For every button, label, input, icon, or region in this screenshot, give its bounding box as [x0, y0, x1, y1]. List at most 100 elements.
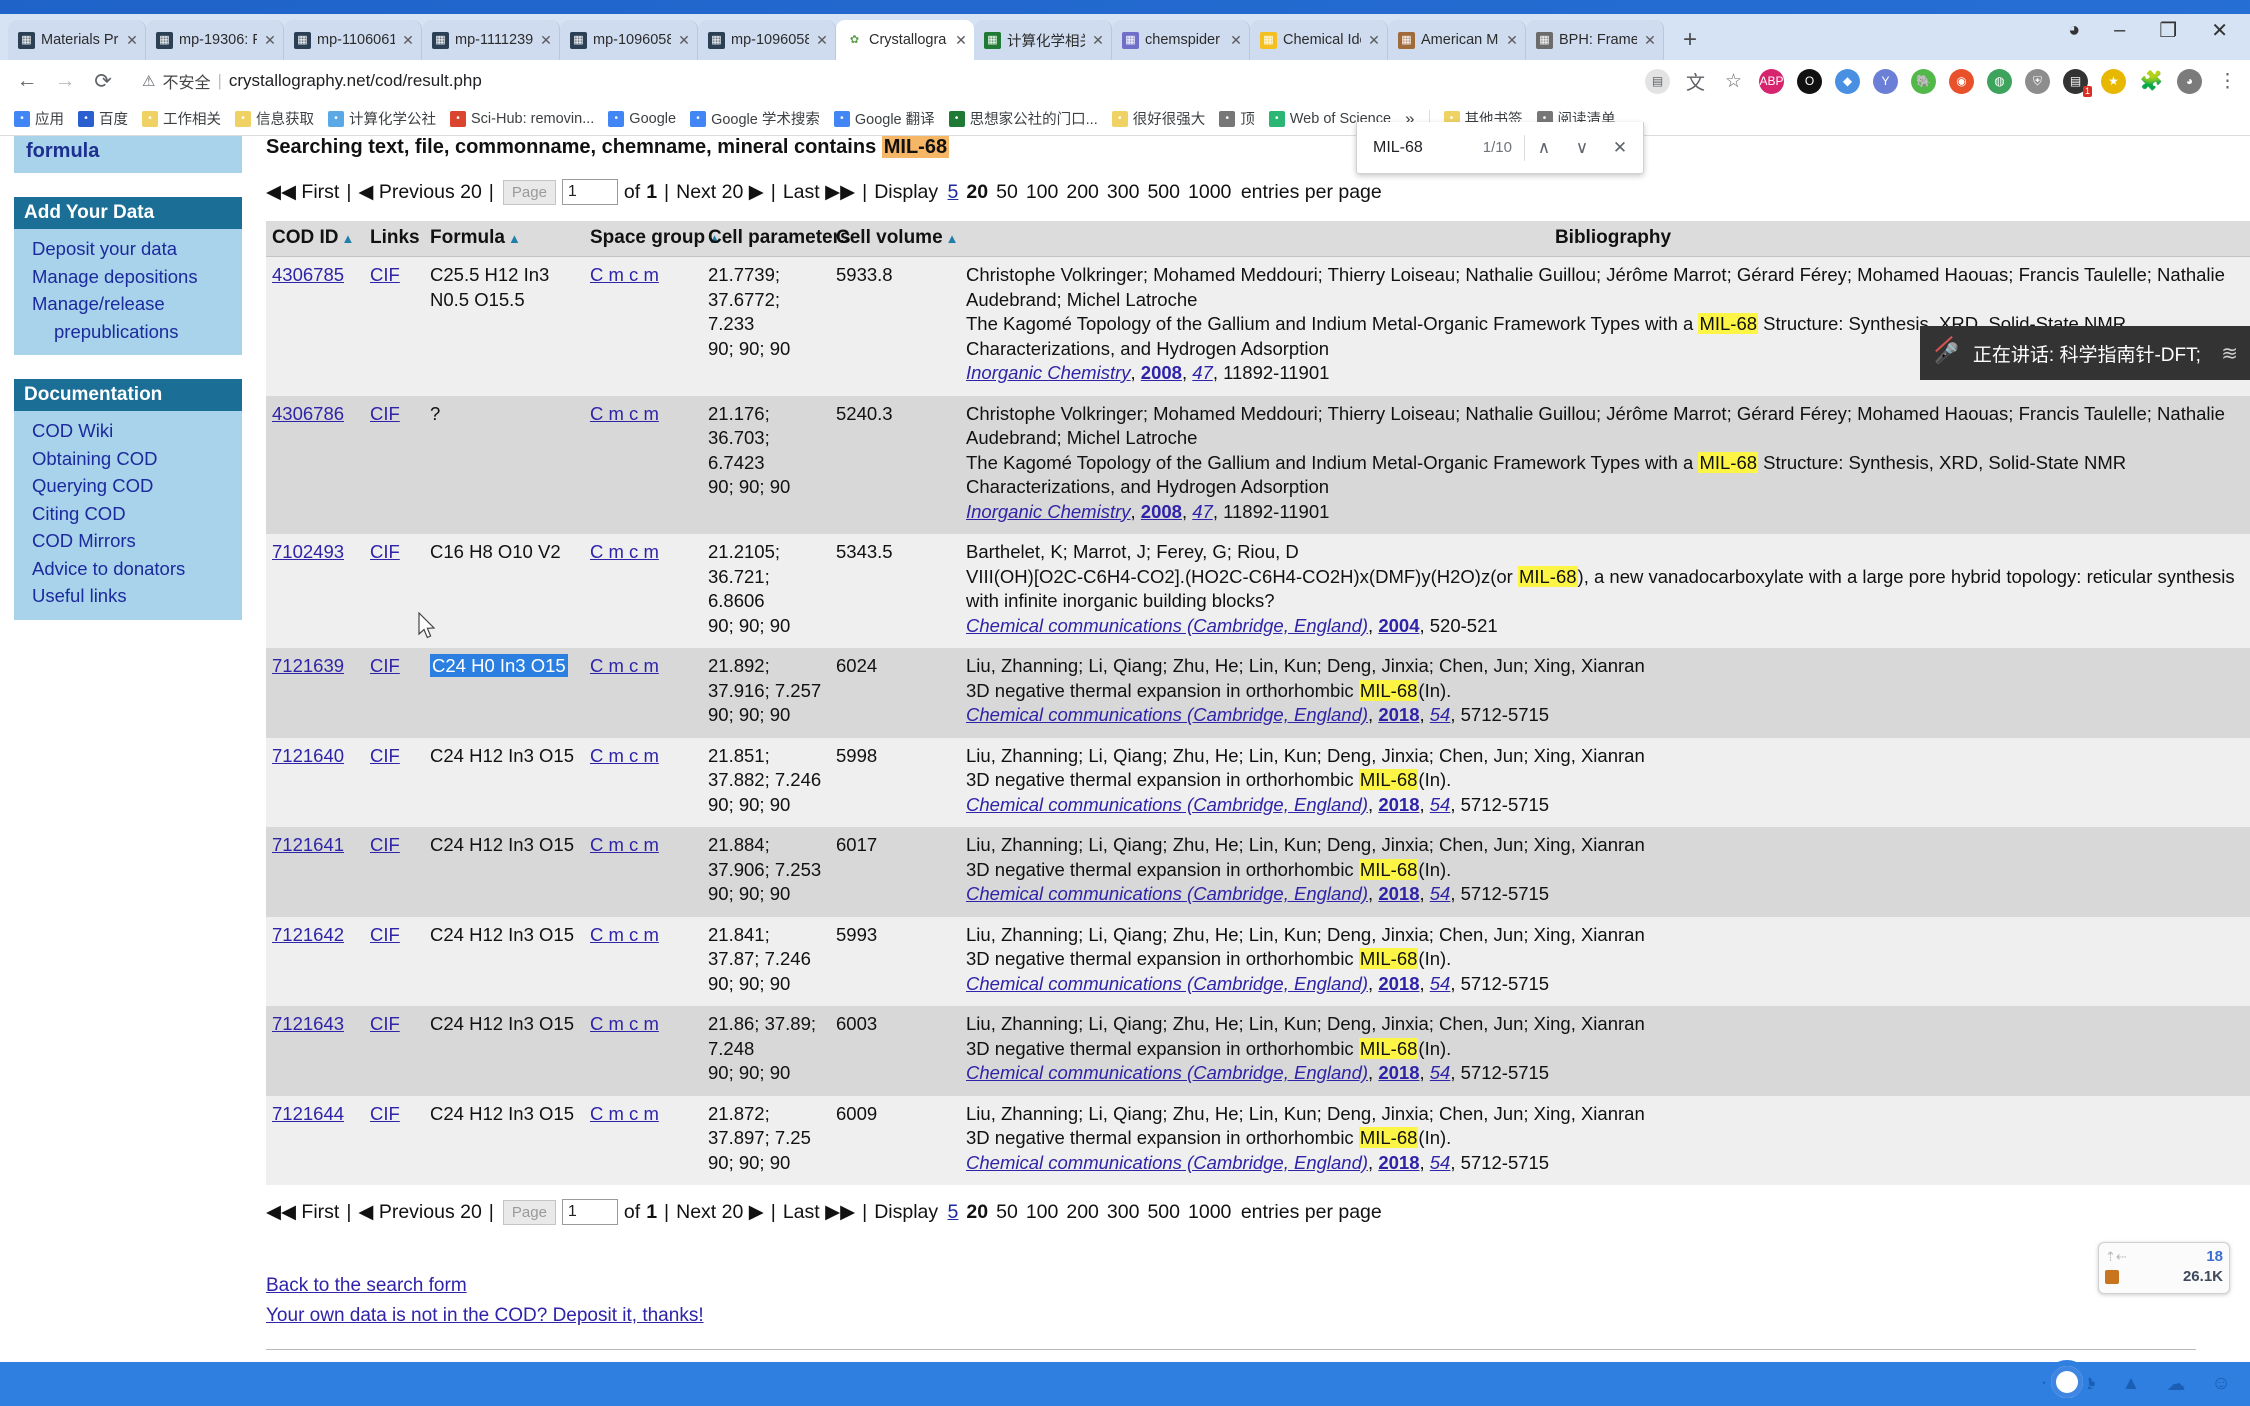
formula-text[interactable]: C24 H12 In3 O15	[430, 1013, 574, 1034]
bib-journal-link[interactable]: Inorganic Chemistry	[966, 362, 1131, 383]
bib-volume-link[interactable]: 54	[1430, 704, 1451, 725]
pager-size-option[interactable]: 1000	[1184, 181, 1235, 204]
bib-volume-link[interactable]: 54	[1430, 1062, 1451, 1083]
pager-first[interactable]: ◀◀ First	[266, 180, 339, 204]
table-row[interactable]: 4306786 CIF? C m c m 21.176; 36.703; 6.7423…	[266, 395, 2250, 534]
cod-id-link[interactable]: 7121642	[272, 924, 344, 945]
bookmark-item[interactable]: • Google 翻译	[828, 105, 941, 132]
formula-text[interactable]: ?	[430, 403, 440, 424]
space-group-link[interactable]: C m c m	[590, 924, 659, 945]
pager-size-option[interactable]: 300	[1103, 181, 1144, 204]
pager-size-option[interactable]: 1000	[1184, 1201, 1235, 1224]
app-5-icon[interactable]: ☺	[2211, 1372, 2230, 1396]
start-orb-icon[interactable]	[2045, 1360, 2089, 1404]
star-ext-icon[interactable]: ★	[2101, 68, 2126, 94]
minimize-button[interactable]: –	[2114, 19, 2125, 42]
space-group-link[interactable]: C m c m	[590, 1013, 659, 1034]
bib-volume-link[interactable]: 54	[1430, 1152, 1451, 1173]
maximize-button[interactable]: ❐	[2159, 18, 2177, 43]
cod-id-link[interactable]: 7121639	[272, 655, 344, 676]
tab-close-icon[interactable]: ✕	[815, 32, 829, 49]
space-group-link[interactable]: C m c m	[590, 264, 659, 285]
formula-text[interactable]: C24 H12 In3 O15	[430, 924, 574, 945]
address-bar[interactable]: ⚠ 不安全 | crystallography.net/cod/result.p…	[130, 65, 1633, 97]
cif-link[interactable]: CIF	[370, 1013, 400, 1034]
pager-page-input[interactable]: 1	[561, 1199, 618, 1225]
find-query-input[interactable]: MIL-68	[1373, 139, 1483, 157]
tab-close-icon[interactable]: ✕	[263, 32, 277, 49]
pager-previous[interactable]: ◀ Previous 20	[358, 180, 481, 204]
evernote-icon[interactable]: 🐘	[1911, 68, 1936, 94]
pager-size-option[interactable]: 500	[1143, 181, 1184, 204]
find-next-icon[interactable]: ∨	[1563, 129, 1601, 167]
app-4-icon[interactable]: ☁	[2166, 1372, 2185, 1396]
pager-next[interactable]: Next 20 ▶	[676, 180, 764, 204]
pager-size-option[interactable]: 5	[944, 1201, 963, 1224]
bib-journal-link[interactable]: Chemical communications (Cambridge, Engl…	[966, 1152, 1368, 1173]
bib-journal-link[interactable]: Chemical communications (Cambridge, Engl…	[966, 1062, 1368, 1083]
browser-tab[interactable]: ▦ mp-1096058 ✕	[560, 20, 698, 60]
browser-tab[interactable]: ▦ mp-1106061 ✕	[284, 20, 422, 60]
profile-icon[interactable]: ◕	[2068, 19, 2080, 42]
cod-id-link[interactable]: 4306785	[272, 264, 344, 285]
bib-year-link[interactable]: 2018	[1378, 794, 1419, 815]
bib-volume-link[interactable]: 54	[1430, 794, 1451, 815]
bookmark-item[interactable]: • Google 学术搜索	[684, 105, 826, 132]
bookmark-item[interactable]: • 信息获取	[229, 105, 320, 132]
bib-year-link[interactable]: 2018	[1378, 1062, 1419, 1083]
earth-ext-icon[interactable]: ◍	[1987, 68, 2012, 94]
shield-icon[interactable]: ⛨	[2025, 68, 2050, 94]
pager-size-option[interactable]: 20	[962, 181, 992, 204]
bib-journal-link[interactable]: Chemical communications (Cambridge, Engl…	[966, 973, 1368, 994]
bib-year-link[interactable]: 2018	[1378, 1152, 1419, 1173]
bib-year-link[interactable]: 2018	[1378, 973, 1419, 994]
sidebar-link[interactable]: Obtaining COD	[32, 445, 232, 473]
pager-size-option[interactable]: 5	[944, 181, 963, 204]
translate-icon[interactable]: 文	[1683, 69, 1708, 94]
bib-year-link[interactable]: 2008	[1141, 501, 1182, 522]
bib-year-link[interactable]: 2018	[1378, 704, 1419, 725]
formula-text[interactable]: C24 H0 In3 O15	[430, 654, 568, 677]
cod-id-link[interactable]: 7121643	[272, 1013, 344, 1034]
puzzle-icon[interactable]: 🧩	[2139, 69, 2164, 94]
browser-tab[interactable]: ▦ Chemical Ide ✕	[1250, 20, 1388, 60]
browser-tab[interactable]: ▦ mp-1111239 ✕	[422, 20, 560, 60]
table-row[interactable]: 7121640 CIF C24 H12 In3 O15 C m c m 21.851; …	[266, 737, 2250, 827]
sidebar-link[interactable]: Advice to donators	[32, 555, 232, 583]
column-header-space-group[interactable]: Space group▲	[584, 221, 721, 257]
tab-close-icon[interactable]: ✕	[1229, 32, 1243, 49]
pager-size-option[interactable]: 20	[962, 1201, 992, 1224]
tab-close-icon[interactable]: ✕	[1091, 32, 1105, 49]
new-tab-button[interactable]: +	[1672, 23, 1708, 57]
bookmark-item[interactable]: • Sci-Hub: removin...	[444, 108, 600, 130]
network-speed-widget[interactable]: ⇡⇠ 18 26.1K	[2098, 1242, 2230, 1294]
bib-journal-link[interactable]: Chemical communications (Cambridge, Engl…	[966, 704, 1368, 725]
column-header-formula[interactable]: Formula ▲	[424, 221, 584, 257]
pager-size-option[interactable]: 100	[1022, 181, 1063, 204]
find-close-icon[interactable]: ✕	[1601, 129, 1639, 167]
formula-text[interactable]: C25.5 H12 In3 N0.5 O15.5	[430, 264, 549, 310]
space-group-link[interactable]: C m c m	[590, 834, 659, 855]
bookmark-item[interactable]: • 百度	[72, 105, 134, 132]
tab-close-icon[interactable]: ✕	[125, 32, 139, 49]
orange-ext-icon[interactable]: ◉	[1949, 68, 1974, 94]
table-row[interactable]: 7102493 CIF C16 H8 O10 V2 C m c m 21.2105; 3…	[266, 534, 2250, 648]
cif-link[interactable]: CIF	[370, 403, 400, 424]
sort-arrow-icon[interactable]: ▲	[505, 231, 521, 246]
sort-arrow-icon[interactable]: ▲	[339, 231, 355, 246]
browser-tab[interactable]: ▦ American M ✕	[1388, 20, 1526, 60]
bookmark-item[interactable]: • 应用	[8, 105, 70, 132]
menu-icon[interactable]: ⋮	[2215, 69, 2240, 94]
sidebar-link[interactable]: Useful links	[32, 582, 232, 610]
space-group-link[interactable]: C m c m	[590, 655, 659, 676]
cif-link[interactable]: CIF	[370, 264, 400, 285]
pager-page-input[interactable]: 1	[561, 179, 618, 205]
app-3-icon[interactable]: ▲	[2122, 1372, 2141, 1396]
browser-tab[interactable]: ▦ mp-1096058 ✕	[698, 20, 836, 60]
y-ext-icon[interactable]: Y	[1873, 68, 1898, 94]
column-header-bibliography[interactable]: Bibliography	[960, 221, 2250, 257]
onetab-icon[interactable]: O	[1797, 68, 1822, 94]
bookmark-item[interactable]: • 工作相关	[136, 105, 227, 132]
pager-size-option[interactable]: 50	[992, 181, 1022, 204]
bib-journal-link[interactable]: Chemical communications (Cambridge, Engl…	[966, 794, 1368, 815]
